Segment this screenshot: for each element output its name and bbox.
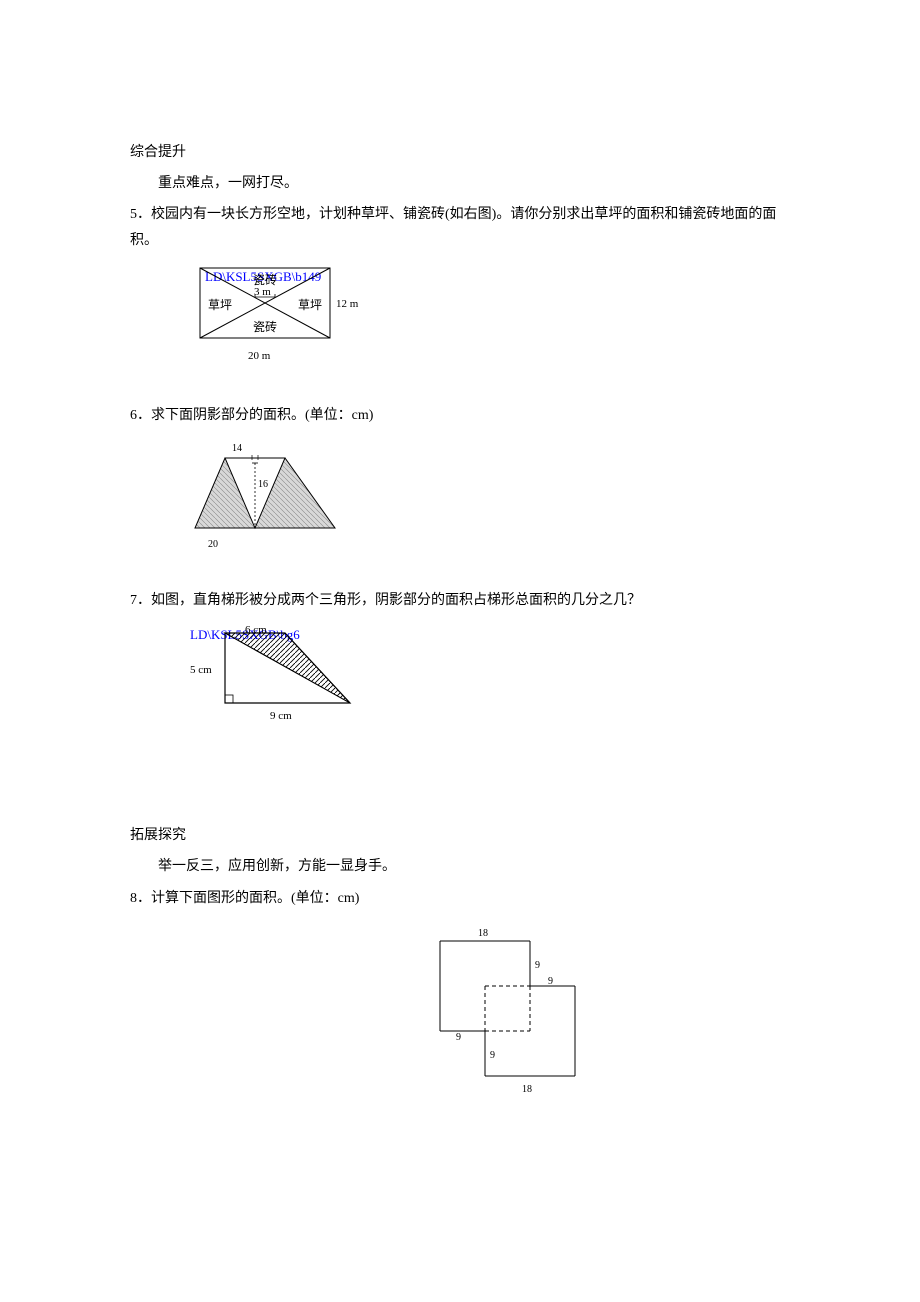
- fig6-bottom-dim: 20: [208, 536, 218, 554]
- fig5-lawn-left-label: 草坪: [208, 295, 232, 317]
- fig6-mid-dim: 16: [258, 476, 268, 494]
- fig8-top-dim: 18: [478, 925, 488, 943]
- fig6-top-dim: 14: [232, 440, 242, 458]
- fig7-top-dim: 6 cm: [245, 621, 267, 641]
- fig5-right-dim: 12 m: [336, 295, 358, 315]
- fig8-left-lower-dim: 9: [456, 1029, 461, 1047]
- problem-5-text: 5．校园内有一块长方形空地，计划种草坪、铺瓷砖(如右图)。请你分别求出草坪的面积…: [130, 202, 790, 252]
- figure-5: LD\KSL5SXGB\b149 瓷砖 3 m 草坪 草坪 瓷砖 12 m 20…: [170, 263, 370, 373]
- fig8-bottom-dim: 18: [522, 1081, 532, 1099]
- figure-8: 18 9 9 9 9 18: [410, 921, 610, 1121]
- section-title-2: 拓展探究: [130, 823, 790, 848]
- fig5-bottom-dim: 20 m: [248, 347, 270, 367]
- problem-6-text: 6．求下面阴影部分的面积。(单位：cm): [130, 403, 790, 428]
- section-subtitle-2: 举一反三，应用创新，方能一显身手。: [130, 854, 790, 879]
- figure-6: 14 16 20: [170, 438, 350, 558]
- problem-7-text: 7．如图，直角梯形被分成两个三角形，阴影部分的面积占梯形总面积的几分之几？: [130, 588, 790, 613]
- section-title-1: 综合提升: [130, 140, 790, 165]
- section-subtitle-1: 重点难点，一网打尽。: [130, 171, 790, 196]
- fig7-left-dim: 5 cm: [190, 661, 212, 681]
- fig5-tile-bottom-label: 瓷砖: [253, 317, 277, 339]
- figure-7: LD\KSL5SXGB\bg6 6 cm 5 cm 9 cm: [170, 623, 380, 733]
- fig8-right-upper-dim: 9: [535, 957, 540, 975]
- fig8-mid-lower-dim: 9: [490, 1047, 495, 1065]
- fig5-lawn-right-label: 草坪: [298, 295, 322, 317]
- problem-8-text: 8．计算下面图形的面积。(单位：cm): [130, 886, 790, 911]
- fig5-mid-dim: 3 m: [254, 283, 271, 303]
- fig8-right-top2-dim: 9: [548, 973, 553, 991]
- fig7-bottom-dim: 9 cm: [270, 707, 292, 727]
